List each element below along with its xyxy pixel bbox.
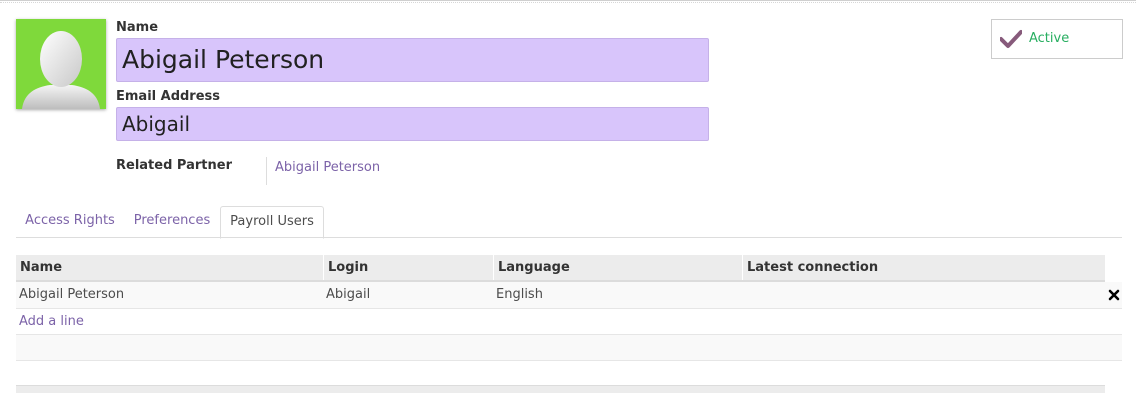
column-header-language[interactable]: Language xyxy=(493,255,742,280)
close-icon[interactable] xyxy=(1108,289,1120,301)
cell-language: English xyxy=(496,287,543,302)
table-footer xyxy=(16,385,1105,393)
empty-row xyxy=(16,335,1122,361)
column-header-login[interactable]: Login xyxy=(323,255,493,280)
tab-preferences[interactable]: Preferences xyxy=(124,206,220,238)
column-header-name[interactable]: Name xyxy=(16,255,323,280)
cell-name: Abigail Peterson xyxy=(19,287,125,302)
column-header-latest-connection[interactable]: Latest connection xyxy=(742,255,1105,280)
table-header: Name Login Language Latest connection xyxy=(16,255,1105,282)
name-field[interactable]: Abigail Peterson xyxy=(116,38,709,82)
related-partner-label: Related Partner xyxy=(116,158,232,173)
active-label: Active xyxy=(1029,31,1070,46)
add-line-link[interactable]: Add a line xyxy=(19,309,84,334)
cell-login: Abigail xyxy=(326,287,371,302)
add-line-row: Add a line xyxy=(16,309,1122,335)
tab-access-rights[interactable]: Access Rights xyxy=(16,206,124,238)
checkmark-icon xyxy=(1000,30,1022,48)
active-toggle-button[interactable]: Active xyxy=(991,19,1123,59)
email-label: Email Address xyxy=(116,89,221,104)
avatar[interactable] xyxy=(16,19,106,109)
email-field[interactable]: Abigail xyxy=(116,107,709,141)
tab-payroll-users[interactable]: Payroll Users xyxy=(220,206,324,239)
user-silhouette-icon xyxy=(22,31,100,109)
related-partner-link[interactable]: Abigail Peterson xyxy=(275,160,380,175)
top-divider xyxy=(0,0,1136,3)
field-divider xyxy=(266,157,267,185)
tabs-divider xyxy=(16,237,1122,238)
name-label: Name xyxy=(116,20,159,35)
table-row[interactable]: Abigail Peterson Abigail English xyxy=(16,282,1122,309)
user-form: Name Abigail Peterson Email Address Abig… xyxy=(0,0,1136,416)
